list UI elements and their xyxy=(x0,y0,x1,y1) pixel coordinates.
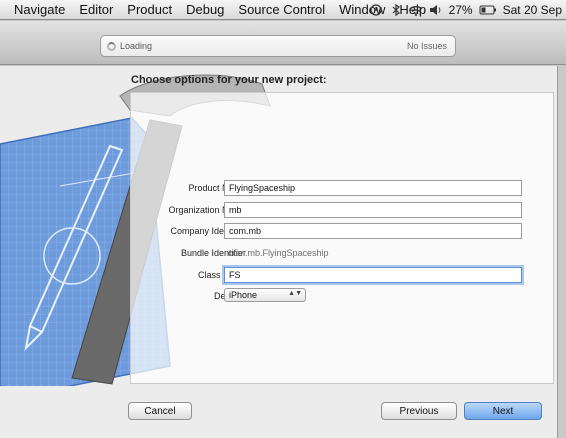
product-name-row: Product Name FlyingSpaceship xyxy=(130,180,554,196)
battery-icon[interactable] xyxy=(479,4,497,16)
volume-icon[interactable] xyxy=(429,4,443,16)
class-prefix-row: Class Prefix FS xyxy=(130,267,554,283)
devices-selected-value: iPhone xyxy=(229,290,258,300)
cancel-button[interactable]: Cancel xyxy=(128,402,192,420)
issues-count[interactable]: No Issues xyxy=(407,41,447,51)
menu-product[interactable]: Product xyxy=(120,2,179,17)
product-name-field[interactable]: FlyingSpaceship xyxy=(224,180,522,196)
activity-status: Loading xyxy=(120,41,153,51)
sheet-title: Choose options for your new project: xyxy=(131,74,327,86)
devices-row: Devices iPhone ▲▼ xyxy=(130,288,554,304)
company-identifier-row: Company Identifier com.mb xyxy=(130,223,554,239)
activity-viewer: Loading No Issues xyxy=(100,35,456,57)
menu-navigate[interactable]: Navigate xyxy=(0,2,72,17)
next-button[interactable]: Next xyxy=(464,402,542,420)
menu-source-control[interactable]: Source Control xyxy=(231,2,332,17)
new-project-sheet: Choose options for your new project: Pro… xyxy=(0,66,558,438)
organization-name-row: Organization Name mb xyxy=(130,202,554,218)
bluetooth-icon[interactable] xyxy=(389,4,403,16)
previous-button[interactable]: Previous xyxy=(381,402,457,420)
menu-editor[interactable]: Editor xyxy=(72,2,120,17)
time-machine-icon[interactable] xyxy=(369,4,383,16)
window-toolbar: Loading No Issues xyxy=(0,21,566,65)
wifi-icon[interactable] xyxy=(409,4,423,16)
loading-spinner-icon xyxy=(107,41,116,51)
menu-bar: Navigate Editor Product Debug Source Con… xyxy=(0,0,566,20)
company-identifier-field[interactable]: com.mb xyxy=(224,223,522,239)
bundle-identifier-value: com.mb.FlyingSpaceship xyxy=(228,248,329,258)
battery-percent[interactable]: 27% xyxy=(449,3,473,17)
class-prefix-field[interactable]: FS xyxy=(224,267,522,283)
organization-name-field[interactable]: mb xyxy=(224,202,522,218)
bundle-identifier-row: Bundle Identifier com.mb.FlyingSpaceship xyxy=(130,245,554,261)
clock[interactable]: Sat 20 Sep xyxy=(503,3,562,17)
chevron-up-down-icon: ▲▼ xyxy=(288,290,302,297)
status-menus: 27% Sat 20 Sep xyxy=(369,0,562,20)
devices-select[interactable]: iPhone ▲▼ xyxy=(224,288,306,302)
menu-debug[interactable]: Debug xyxy=(179,2,231,17)
